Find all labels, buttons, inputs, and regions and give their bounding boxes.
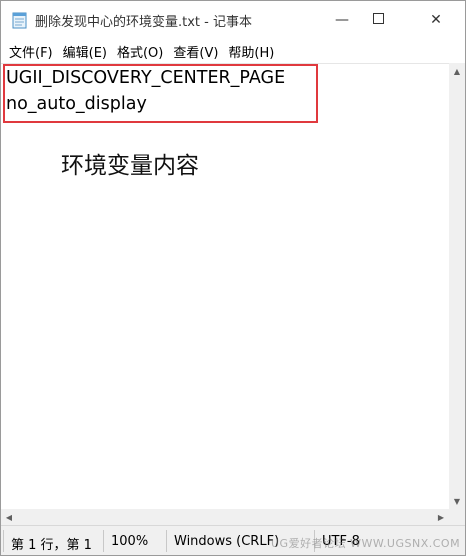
menu-edit[interactable]: 编辑(E)	[59, 39, 111, 63]
status-line-ending: Windows (CRLF)	[174, 534, 280, 549]
annotation-label: 环境变量内容	[61, 153, 199, 179]
maximize-button[interactable]	[355, 1, 401, 39]
text-editor[interactable]: UGII_DISCOVERY_CENTER_PAGE no_auto_displ…	[1, 63, 449, 509]
minimize-icon: —	[335, 12, 349, 28]
notepad-icon	[12, 11, 28, 29]
menu-help[interactable]: 帮助(H)	[224, 39, 278, 63]
notepad-window: 删除发现中心的环境变量.txt - 记事本 — ✕ 文件(F) 编辑(E) 格式…	[0, 0, 466, 556]
menu-file[interactable]: 文件(F)	[5, 39, 57, 63]
vertical-scrollbar[interactable]: ▲ ▼	[449, 63, 465, 509]
status-divider	[103, 530, 104, 552]
scroll-down-icon[interactable]: ▼	[449, 493, 465, 509]
window-title: 删除发现中心的环境变量.txt - 记事本	[35, 15, 252, 30]
status-zoom: 100%	[111, 534, 149, 549]
highlight-box	[3, 64, 318, 123]
menu-view[interactable]: 查看(V)	[169, 39, 222, 63]
scrollbar-corner	[449, 509, 465, 525]
scroll-right-icon[interactable]: ▶	[433, 509, 449, 525]
watermark: UG爱好者论坛 WWW.UGSNX.COM	[271, 537, 461, 550]
horizontal-scrollbar[interactable]: ◀ ▶	[1, 509, 449, 525]
status-divider	[166, 530, 167, 552]
scroll-left-icon[interactable]: ◀	[1, 509, 17, 525]
maximize-icon	[372, 12, 384, 28]
menu-format[interactable]: 格式(O)	[113, 39, 167, 63]
status-divider	[3, 530, 4, 552]
scroll-up-icon[interactable]: ▲	[449, 63, 465, 79]
title-bar[interactable]: 删除发现中心的环境变量.txt - 记事本 — ✕	[1, 1, 465, 39]
close-icon: ✕	[430, 12, 442, 28]
close-button[interactable]: ✕	[413, 1, 459, 39]
status-position: 第 1 行，第 1	[11, 538, 92, 553]
menu-bar: 文件(F) 编辑(E) 格式(O) 查看(V) 帮助(H)	[1, 39, 465, 63]
